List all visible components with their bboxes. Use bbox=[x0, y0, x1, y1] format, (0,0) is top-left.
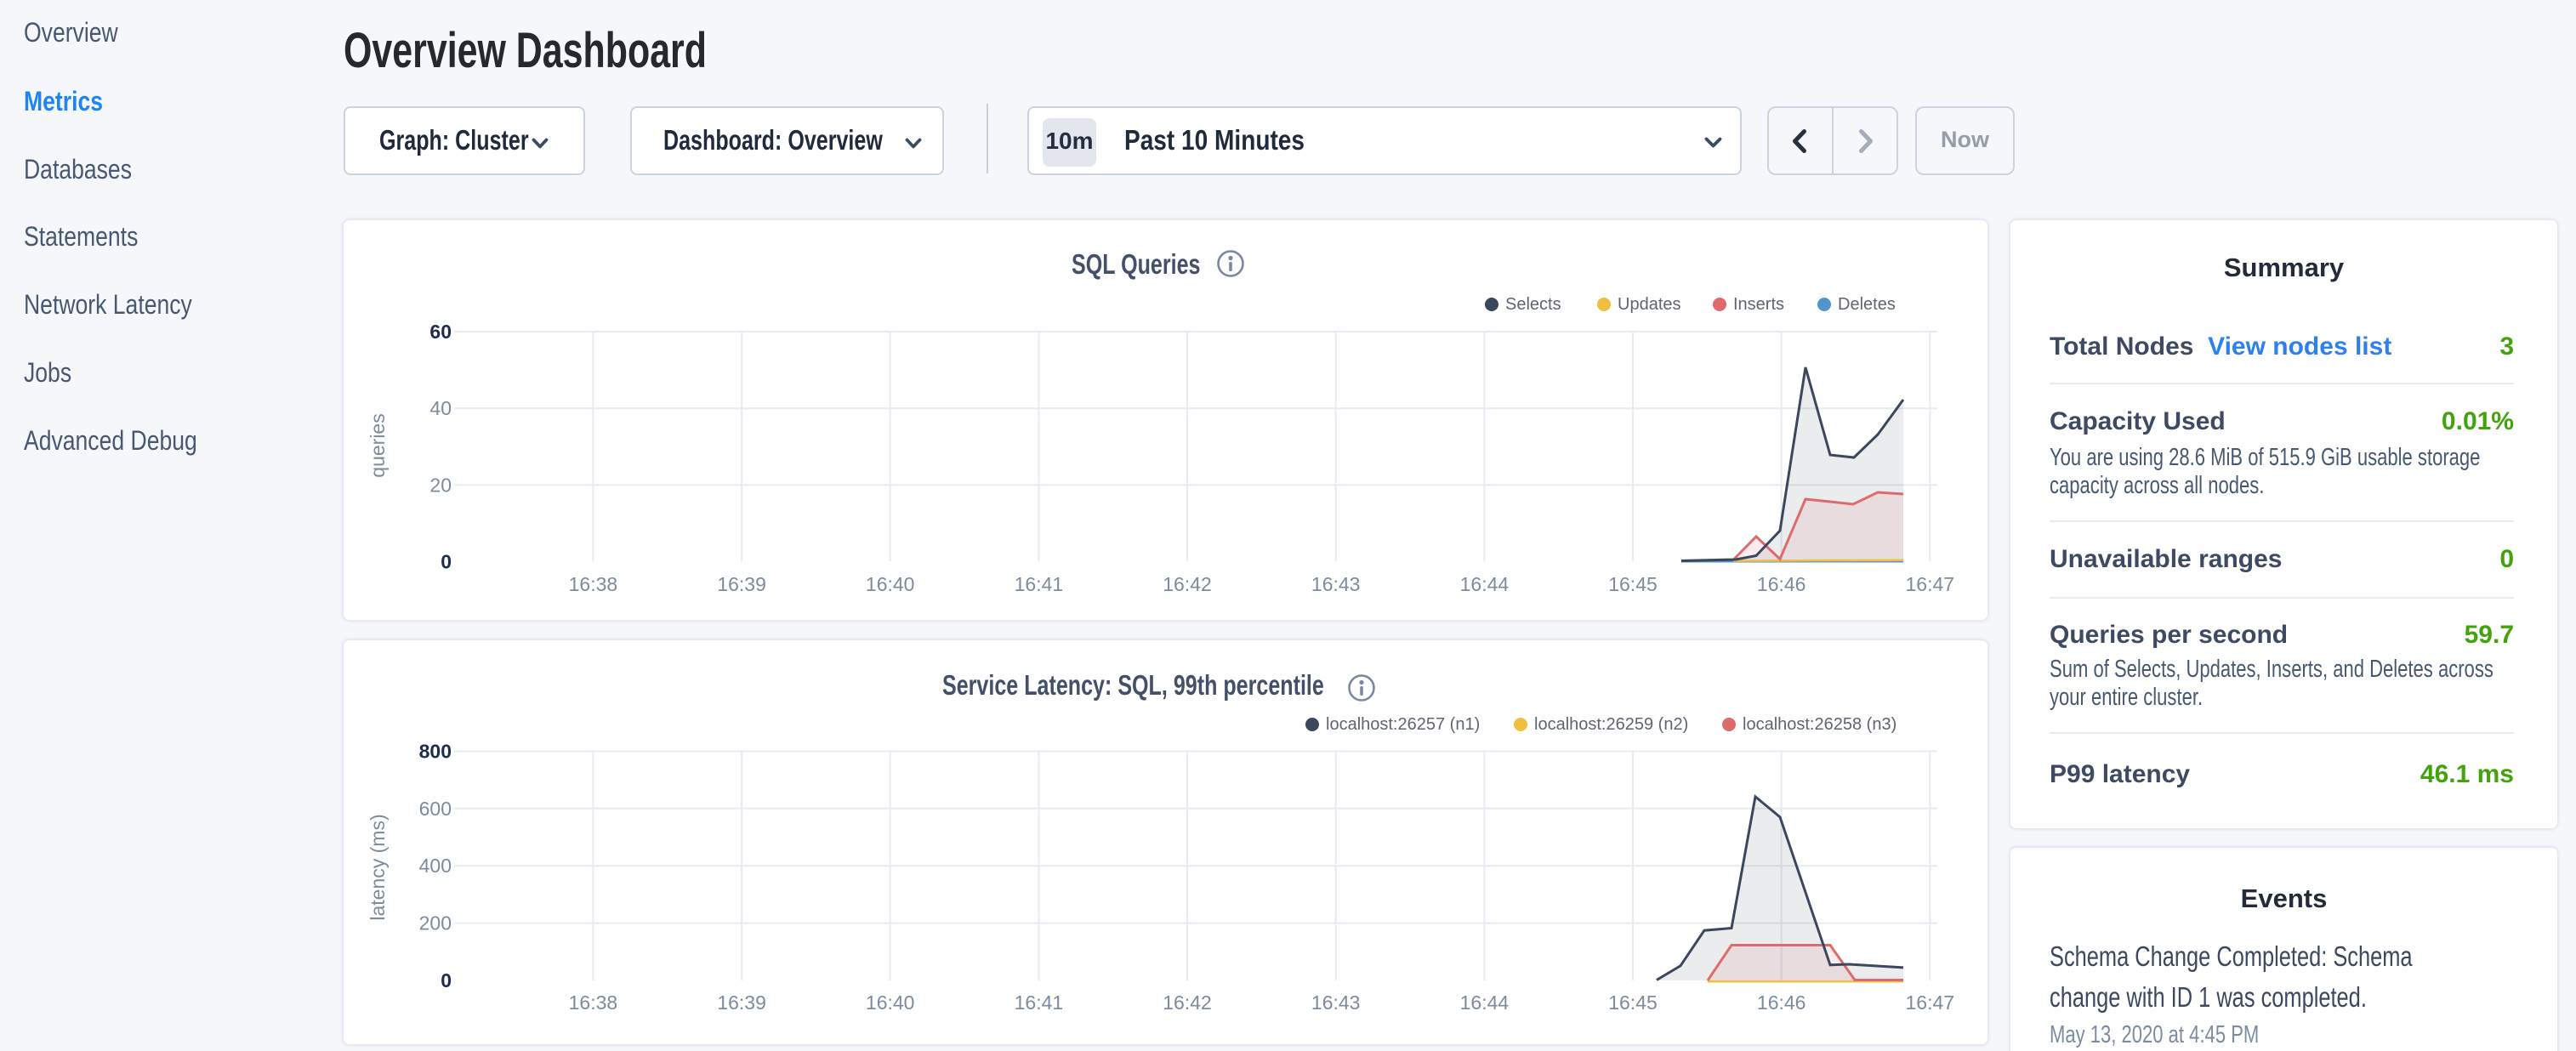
svg-text:16:44: 16:44 bbox=[1460, 991, 1510, 1014]
svg-text:16:39: 16:39 bbox=[717, 991, 766, 1014]
svg-text:40: 40 bbox=[429, 397, 452, 419]
svg-text:0: 0 bbox=[441, 969, 452, 991]
svg-text:16:45: 16:45 bbox=[1608, 573, 1658, 595]
svg-text:800: 800 bbox=[419, 741, 452, 763]
svg-text:20: 20 bbox=[429, 474, 452, 496]
svg-text:16:43: 16:43 bbox=[1311, 573, 1361, 595]
svg-text:16:42: 16:42 bbox=[1163, 573, 1212, 595]
svg-text:16:38: 16:38 bbox=[569, 991, 618, 1014]
svg-text:16:40: 16:40 bbox=[866, 573, 915, 595]
svg-text:600: 600 bbox=[419, 798, 452, 820]
svg-text:16:44: 16:44 bbox=[1460, 573, 1510, 595]
svg-text:16:38: 16:38 bbox=[569, 573, 618, 595]
svg-text:60: 60 bbox=[429, 321, 452, 343]
svg-text:16:43: 16:43 bbox=[1311, 991, 1361, 1014]
svg-text:16:41: 16:41 bbox=[1015, 573, 1064, 595]
svg-text:latency (ms): latency (ms) bbox=[367, 814, 389, 920]
svg-text:0: 0 bbox=[441, 550, 452, 572]
svg-text:16:46: 16:46 bbox=[1757, 573, 1806, 595]
svg-text:16:40: 16:40 bbox=[866, 991, 915, 1014]
svg-text:16:46: 16:46 bbox=[1757, 991, 1806, 1014]
svg-text:16:47: 16:47 bbox=[1906, 991, 1955, 1014]
svg-text:200: 200 bbox=[419, 912, 452, 935]
svg-text:400: 400 bbox=[419, 855, 452, 877]
svg-text:16:45: 16:45 bbox=[1608, 991, 1658, 1014]
svg-text:16:41: 16:41 bbox=[1015, 991, 1064, 1014]
svg-text:queries: queries bbox=[367, 413, 389, 477]
svg-text:16:42: 16:42 bbox=[1163, 991, 1212, 1014]
svg-text:16:47: 16:47 bbox=[1906, 573, 1955, 595]
svg-text:16:39: 16:39 bbox=[717, 573, 766, 595]
